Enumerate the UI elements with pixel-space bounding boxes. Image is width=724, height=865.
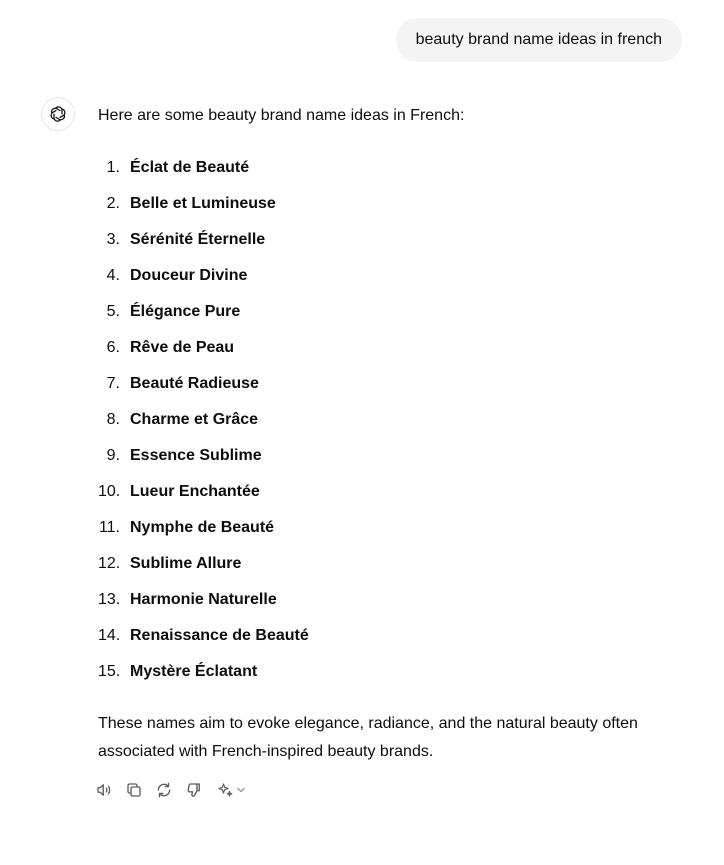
list-item: 11. Nymphe de Beauté	[98, 510, 678, 546]
list-item: 6. Rêve de Peau	[98, 330, 678, 366]
list-item: 3. Sérénité Éternelle	[98, 222, 678, 258]
brand-name-list: 1. Éclat de Beauté 2. Belle et Lumineuse 3…	[98, 150, 678, 690]
list-item: 2. Belle et Lumineuse	[98, 186, 678, 222]
sparkle-icon	[218, 783, 233, 797]
change-model-button[interactable]	[214, 778, 246, 802]
speaker-icon	[97, 784, 111, 796]
list-number: 12.	[98, 555, 121, 572]
assistant-message: Here are some beauty brand name ideas in…	[97, 102, 678, 802]
openai-logo-icon	[50, 106, 66, 122]
list-number: 8.	[106, 411, 120, 428]
list-number: 13.	[98, 591, 121, 608]
list-number: 7.	[106, 375, 120, 392]
list-item: 9. Essence Sublime	[98, 438, 678, 474]
brand-name: Belle et Lumineuse	[130, 195, 276, 212]
list-number: 9.	[106, 447, 120, 464]
brand-name: Rêve de Peau	[130, 339, 235, 356]
list-number: 11.	[98, 519, 120, 536]
brand-name: Éclat de Beauté	[130, 159, 250, 176]
thumbs-down-button[interactable]	[184, 778, 204, 802]
list-item: 13. Harmonie Naturelle	[98, 582, 678, 618]
chevron-down-icon	[237, 787, 245, 793]
brand-name: Essence Sublime	[130, 447, 262, 464]
list-number: 4.	[106, 267, 120, 284]
list-item: 4. Douceur Divine	[98, 258, 678, 294]
brand-name: Harmonie Naturelle	[130, 591, 277, 608]
assistant-intro: Here are some beauty brand name ideas in…	[98, 107, 465, 124]
list-item: 12. Sublime Allure	[98, 546, 678, 582]
brand-name: Renaissance de Beauté	[130, 627, 309, 644]
list-item: 10. Lueur Enchantée	[98, 474, 678, 510]
list-item: 5. Élégance Pure	[98, 294, 678, 330]
brand-name: Mystère Éclatant	[130, 663, 258, 680]
list-item: 15. Mystère Éclatant	[98, 654, 678, 690]
list-number: 2.	[106, 195, 120, 212]
list-number: 15.	[98, 663, 121, 680]
brand-name: Sublime Allure	[130, 555, 242, 572]
list-number: 10.	[98, 483, 121, 500]
message-action-bar	[94, 778, 678, 802]
read-aloud-button[interactable]	[94, 778, 114, 802]
list-number: 1.	[106, 159, 120, 176]
copy-button[interactable]	[124, 778, 144, 802]
brand-name: Sérénité Éternelle	[130, 231, 266, 248]
list-item: 1. Éclat de Beauté	[98, 150, 678, 186]
list-item: 7. Beauté Radieuse	[98, 366, 678, 402]
user-message-bubble: beauty brand name ideas in french	[395, 18, 682, 62]
list-number: 6.	[106, 339, 120, 356]
brand-name: Charme et Grâce	[130, 411, 259, 428]
thumbs-down-icon	[187, 783, 200, 797]
assistant-avatar	[41, 97, 75, 131]
copy-icon	[127, 783, 141, 797]
list-item: 8. Charme et Grâce	[98, 402, 678, 438]
brand-name: Lueur Enchantée	[130, 483, 260, 500]
regenerate-button[interactable]	[154, 778, 174, 802]
list-item: 14. Renaissance de Beauté	[98, 618, 678, 654]
list-number: 5.	[106, 303, 120, 320]
assistant-outro: These names aim to evoke elegance, radia…	[98, 715, 638, 760]
list-number: 3.	[106, 231, 120, 248]
brand-name: Beauté Radieuse	[130, 375, 259, 392]
regenerate-icon	[157, 782, 171, 798]
brand-name: Élégance Pure	[130, 303, 241, 320]
list-number: 14.	[98, 627, 121, 644]
brand-name: Nymphe de Beauté	[130, 519, 275, 536]
brand-name: Douceur Divine	[130, 267, 248, 284]
